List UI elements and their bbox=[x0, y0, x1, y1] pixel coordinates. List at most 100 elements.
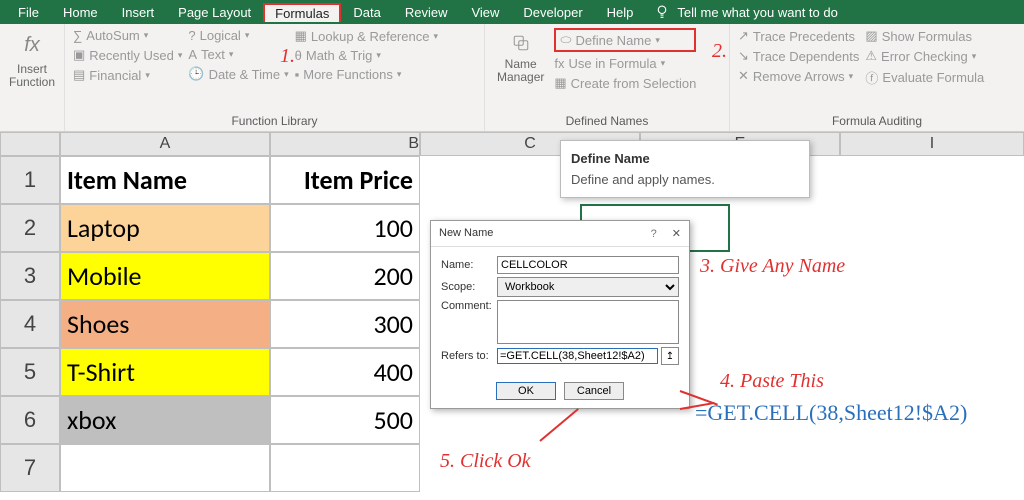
tab-page-layout[interactable]: Page Layout bbox=[166, 2, 263, 23]
cell-A6[interactable]: xbox bbox=[60, 396, 270, 444]
tab-formulas[interactable]: Formulas bbox=[263, 3, 341, 22]
annotation-formula-blue: =GET.CELL(38,Sheet12!$A2) bbox=[695, 400, 967, 426]
remove-arrows-button[interactable]: ✕ Remove Arrows ▾ bbox=[738, 68, 859, 84]
trace-dependents-button[interactable]: ↘ Trace Dependents bbox=[738, 48, 859, 64]
defined-names-label: Defined Names bbox=[493, 112, 721, 131]
define-name-button[interactable]: ⬭ Define Name ▾ bbox=[554, 28, 696, 52]
insert-function-button[interactable]: fx InsertFunction bbox=[8, 28, 56, 89]
row-2-header[interactable]: 2 bbox=[0, 204, 60, 252]
annotation-5: 5. Click Ok bbox=[440, 450, 531, 473]
scope-label: Scope: bbox=[441, 281, 497, 293]
money-icon: ▤ bbox=[73, 67, 85, 83]
cancel-button[interactable]: Cancel bbox=[564, 382, 624, 400]
comment-input[interactable] bbox=[497, 300, 679, 344]
cell-A3[interactable]: Mobile bbox=[60, 252, 270, 300]
warn-icon: ⚠ bbox=[865, 48, 877, 64]
ok-button[interactable]: OK bbox=[496, 382, 556, 400]
cell-B7[interactable] bbox=[270, 444, 420, 492]
tag-icon bbox=[512, 34, 530, 52]
name-manager-button[interactable]: NameManager bbox=[493, 28, 548, 91]
show-icon: ▨ bbox=[865, 28, 877, 44]
row-6-header[interactable]: 6 bbox=[0, 396, 60, 444]
sigma-icon: ∑ bbox=[73, 28, 82, 43]
tooltip-title: Define Name bbox=[571, 151, 799, 166]
text-button[interactable]: A Text ▾ bbox=[188, 47, 288, 62]
cell-B6[interactable]: 500 bbox=[270, 396, 420, 444]
scope-select[interactable]: Workbook bbox=[497, 277, 679, 297]
cell-B3[interactable]: 200 bbox=[270, 252, 420, 300]
clock-icon: 🕒 bbox=[188, 66, 204, 82]
range-picker-button[interactable]: ↥ bbox=[661, 347, 679, 365]
annotation-1: 1. bbox=[280, 45, 295, 68]
create-icon: ▦ bbox=[554, 75, 566, 91]
refers-input[interactable]: =GET.CELL(38,Sheet12!$A2) bbox=[497, 348, 658, 364]
row-3-header[interactable]: 3 bbox=[0, 252, 60, 300]
recently-used-button[interactable]: ▣ Recently Used ▾ bbox=[73, 47, 182, 63]
logical-button[interactable]: ? Logical ▾ bbox=[188, 28, 288, 43]
lookup-icon: ▦ bbox=[295, 28, 307, 44]
arrow-icon: ↘ bbox=[738, 48, 749, 64]
col-I[interactable]: I bbox=[840, 132, 1024, 156]
row-4-header[interactable]: 4 bbox=[0, 300, 60, 348]
annotation-3: 3. Give Any Name bbox=[700, 255, 845, 278]
name-input[interactable] bbox=[497, 256, 679, 274]
column-headers: A B C E I bbox=[0, 132, 1024, 156]
tab-data[interactable]: Data bbox=[341, 2, 392, 23]
cell-B2[interactable]: 100 bbox=[270, 204, 420, 252]
function-library-label: Function Library bbox=[73, 112, 476, 131]
select-all[interactable] bbox=[0, 132, 60, 156]
cell-A5[interactable]: T-Shirt bbox=[60, 348, 270, 396]
col-B[interactable]: B bbox=[270, 132, 420, 156]
tell-me[interactable]: Tell me what you want to do bbox=[645, 3, 837, 21]
row-7-header[interactable]: 7 bbox=[0, 444, 60, 492]
tab-review[interactable]: Review bbox=[393, 2, 460, 23]
row-1-header[interactable]: 1 bbox=[0, 156, 60, 204]
cell-A4[interactable]: Shoes bbox=[60, 300, 270, 348]
bulb-icon bbox=[653, 3, 671, 21]
financial-button[interactable]: ▤ Financial ▾ bbox=[73, 67, 182, 83]
name-label: Name: bbox=[441, 259, 497, 271]
help-icon[interactable]: ? bbox=[651, 228, 657, 240]
tab-strip: File Home Insert Page Layout Formulas Da… bbox=[0, 0, 1024, 24]
tab-view[interactable]: View bbox=[459, 2, 511, 23]
refers-label: Refers to: bbox=[441, 350, 497, 362]
close-icon[interactable]: ✕ bbox=[672, 228, 681, 240]
show-formulas-button[interactable]: ▨ Show Formulas bbox=[865, 28, 984, 44]
annotation-4: 4. Paste This bbox=[720, 370, 824, 393]
dialog-title: New Name bbox=[439, 227, 493, 240]
row-5-header[interactable]: 5 bbox=[0, 348, 60, 396]
autosum-button[interactable]: ∑ AutoSum ▾ bbox=[73, 28, 182, 43]
question-icon: ? bbox=[188, 28, 195, 43]
col-A[interactable]: A bbox=[60, 132, 270, 156]
cell-B1[interactable]: Item Price bbox=[270, 156, 420, 204]
new-name-dialog: New Name ? ✕ Name: Scope: Workbook Comme… bbox=[430, 220, 690, 409]
arrow-icon: ↗ bbox=[738, 28, 749, 44]
tab-file[interactable]: File bbox=[6, 2, 51, 23]
create-from-selection-button[interactable]: ▦ Create from Selection bbox=[554, 75, 696, 91]
math-button[interactable]: θ Math & Trig ▾ bbox=[295, 48, 438, 63]
arrow-up-icon: ↥ bbox=[666, 351, 674, 362]
datetime-button[interactable]: 🕒 Date & Time ▾ bbox=[188, 66, 288, 82]
text-icon: A bbox=[188, 47, 197, 62]
tab-insert[interactable]: Insert bbox=[110, 2, 167, 23]
error-checking-button[interactable]: ⚠ Error Checking ▾ bbox=[865, 48, 984, 64]
cell-A2[interactable]: Laptop bbox=[60, 204, 270, 252]
tab-home[interactable]: Home bbox=[51, 2, 110, 23]
cell-B4[interactable]: 300 bbox=[270, 300, 420, 348]
tab-developer[interactable]: Developer bbox=[511, 2, 594, 23]
trace-precedents-button[interactable]: ↗ Trace Precedents bbox=[738, 28, 859, 44]
more-functions-button[interactable]: ▪ More Functions ▾ bbox=[295, 67, 438, 82]
define-name-tooltip: Define Name Define and apply names. bbox=[560, 140, 810, 198]
cell-A7[interactable] bbox=[60, 444, 270, 492]
theta-icon: θ bbox=[295, 48, 302, 63]
define-icon: ⬭ bbox=[560, 32, 571, 48]
cell-A1[interactable]: Item Name bbox=[60, 156, 270, 204]
eval-icon: ⓕ bbox=[865, 68, 878, 87]
cell-B5[interactable]: 400 bbox=[270, 348, 420, 396]
tab-help[interactable]: Help bbox=[595, 2, 646, 23]
annotation-2: 2. bbox=[712, 40, 727, 63]
ribbon: fx InsertFunction ∑ AutoSum ▾ ▣ Recently… bbox=[0, 24, 1024, 132]
evaluate-formula-button[interactable]: ⓕ Evaluate Formula bbox=[865, 68, 984, 87]
lookup-button[interactable]: ▦ Lookup & Reference ▾ bbox=[295, 28, 438, 44]
use-in-formula-button[interactable]: fx Use in Formula ▾ bbox=[554, 56, 696, 71]
